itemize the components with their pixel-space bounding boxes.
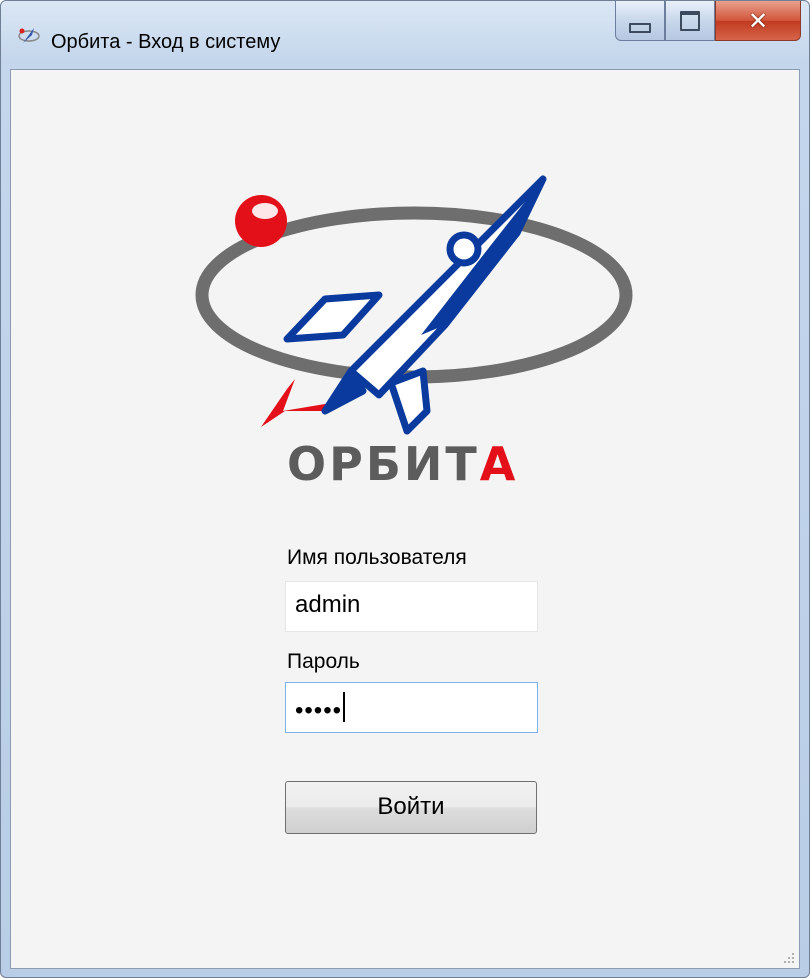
window-controls: ✕ bbox=[615, 1, 801, 45]
maximize-button[interactable] bbox=[665, 1, 715, 41]
login-window: Орбита - Вход в систему ✕ ОРБИТА Имя пол… bbox=[0, 0, 810, 978]
text-caret bbox=[343, 692, 346, 722]
orbita-logo: ОРБИТА bbox=[195, 175, 633, 491]
title-bar[interactable]: Орбита - Вход в систему ✕ bbox=[1, 1, 809, 71]
satellite-ball bbox=[235, 195, 287, 247]
password-value: ••••• bbox=[295, 697, 343, 724]
username-input[interactable]: admin bbox=[285, 581, 538, 632]
app-icon bbox=[17, 23, 41, 47]
resize-grip-icon[interactable] bbox=[783, 952, 795, 964]
logo-wordmark: ОРБИТА bbox=[287, 437, 518, 491]
maximize-icon bbox=[680, 10, 700, 31]
username-label: Имя пользователя bbox=[287, 546, 467, 569]
window-title: Орбита - Вход в систему bbox=[51, 31, 281, 53]
minimize-icon bbox=[629, 22, 651, 33]
username-value: admin bbox=[295, 591, 361, 618]
login-button[interactable]: Войти bbox=[285, 781, 537, 834]
password-input[interactable]: ••••• bbox=[285, 682, 538, 733]
rocket-window bbox=[446, 231, 482, 267]
close-icon: ✕ bbox=[747, 6, 769, 35]
password-label: Пароль bbox=[287, 650, 360, 673]
close-button[interactable]: ✕ bbox=[715, 1, 801, 41]
minimize-button[interactable] bbox=[615, 1, 665, 41]
launch-swoosh bbox=[261, 379, 331, 427]
client-area: ОРБИТА Имя пользователя admin Пароль •••… bbox=[10, 69, 800, 969]
